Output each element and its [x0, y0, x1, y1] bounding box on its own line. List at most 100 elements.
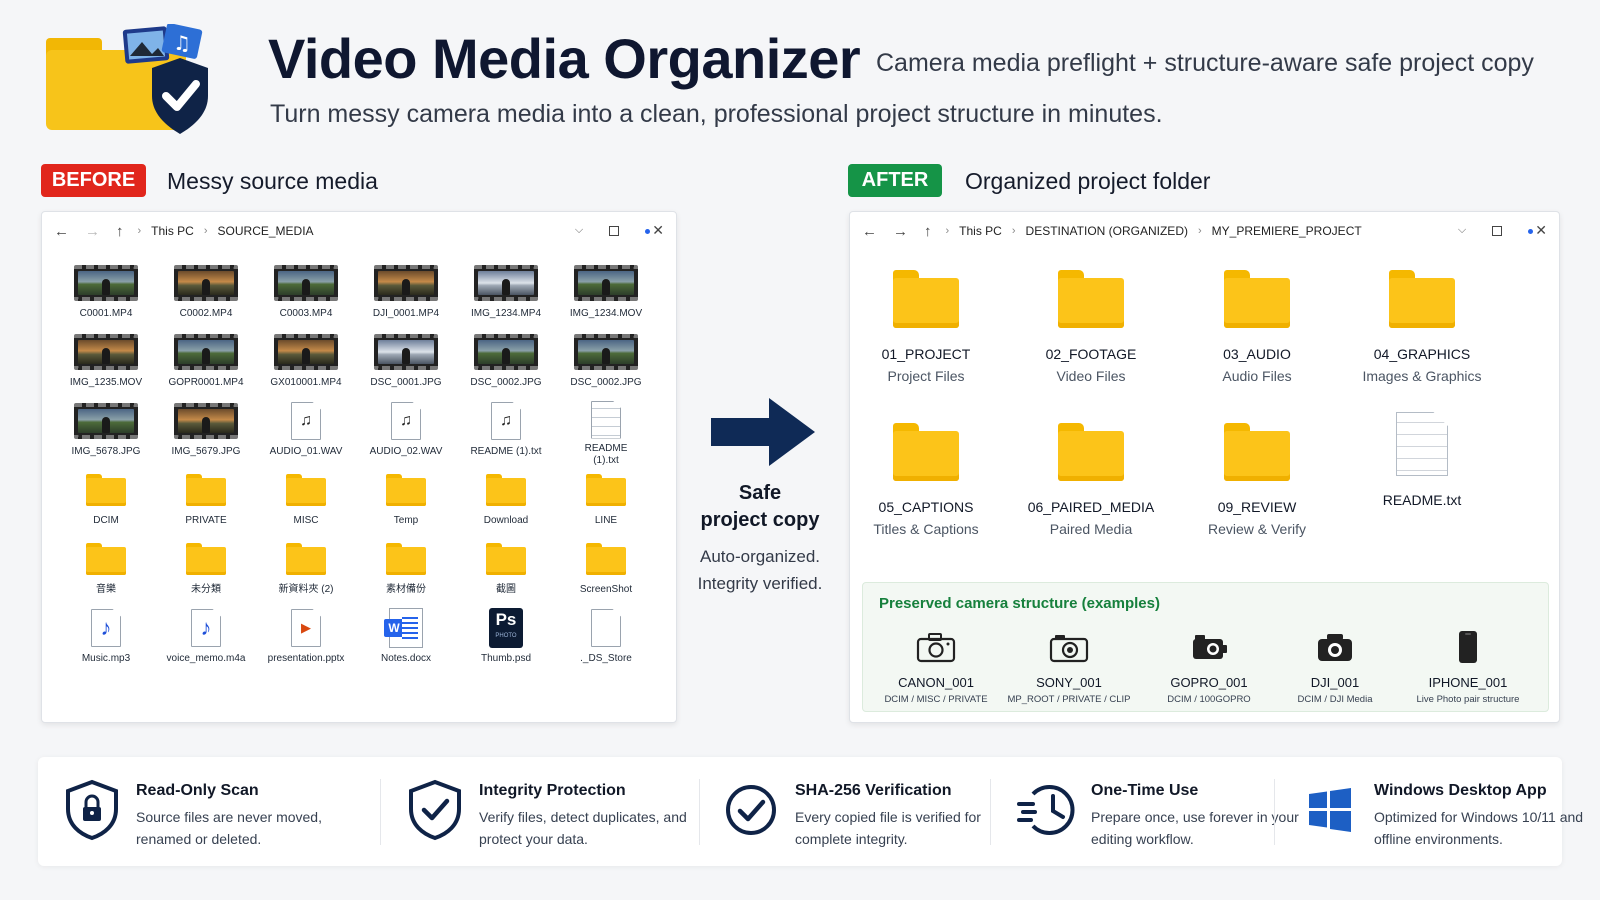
video-thumbnail-icon: [74, 260, 138, 306]
folder-icon: [893, 423, 959, 481]
file-item[interactable]: ♫ AUDIO_02.WAV: [356, 398, 456, 467]
file-name: AUDIO_01.WAV: [269, 446, 343, 457]
file-item[interactable]: ScreenShot: [556, 536, 656, 605]
file-name: IMG_5678.JPG: [71, 446, 141, 457]
restore-window-icon[interactable]: [609, 225, 620, 236]
folder-icon: [893, 270, 959, 328]
destination-explorer-window: ← → ↑ › This PC › DESTINATION (ORGANIZED…: [849, 211, 1560, 723]
file-item[interactable]: Download: [456, 467, 556, 536]
feature-description: Prepare once, use forever in your editin…: [1091, 809, 1299, 847]
feature-description: Source files are never moved, renamed or…: [136, 809, 322, 847]
up-arrow-icon[interactable]: ↑: [116, 223, 124, 240]
safe-copy-subtitle: Auto-organized. Integrity verified.: [680, 543, 840, 597]
file-name: PRIVATE: [185, 515, 227, 526]
breadcrumb-item[interactable]: This PC: [959, 224, 1002, 238]
folder-icon: [1389, 270, 1455, 328]
readme-file-item[interactable]: README.txt: [1342, 412, 1502, 508]
file-name: DSC_0001.JPG: [370, 377, 442, 388]
file-item[interactable]: DSC_0002.JPG: [556, 329, 656, 398]
folder-name: 01_PROJECT: [881, 346, 971, 362]
folder-item[interactable]: 09_REVIEW Review & Verify: [1177, 423, 1337, 537]
file-item[interactable]: IMG_5679.JPG: [156, 398, 256, 467]
breadcrumb-item[interactable]: DESTINATION (ORGANIZED): [1026, 224, 1188, 238]
video-thumbnail-icon: [474, 329, 538, 375]
file-name: GX010001.MP4: [270, 377, 342, 388]
photoshop-file-icon: Ps PHOTO: [489, 605, 523, 651]
breadcrumb-item[interactable]: This PC: [151, 224, 194, 238]
folder-icon: [86, 536, 126, 582]
folder-description: Audio Files: [1222, 368, 1292, 384]
close-icon[interactable]: ✕: [645, 222, 664, 239]
safe-copy-title: Safe project copy: [680, 480, 840, 534]
file-item[interactable]: DSC_0002.JPG: [456, 329, 556, 398]
file-name: Thumb.psd: [480, 653, 532, 664]
file-item[interactable]: DSC_0001.JPG: [356, 329, 456, 398]
file-item[interactable]: 音樂: [56, 536, 156, 605]
file-item[interactable]: ♪ Music.mp3: [56, 605, 156, 674]
divider: [380, 779, 381, 845]
folder-item[interactable]: 06_PAIRED_MEDIA Paired Media: [1011, 423, 1171, 537]
folder-icon: [286, 467, 326, 513]
file-name: IMG_1234.MP4: [470, 308, 542, 319]
forward-arrow-icon[interactable]: →: [85, 223, 100, 240]
address-bar: ← → ↑ › This PC › DESTINATION (ORGANIZED…: [850, 212, 1559, 250]
file-item[interactable]: C0002.MP4: [156, 260, 256, 329]
folder-item[interactable]: 01_PROJECT Project Files: [846, 270, 1006, 384]
breadcrumb-item[interactable]: SOURCE_MEDIA: [218, 224, 314, 238]
file-item[interactable]: C0001.MP4: [56, 260, 156, 329]
file-item[interactable]: MISC: [256, 467, 356, 536]
file-item[interactable]: IMG_1234.MP4: [456, 260, 556, 329]
folder-icon: [186, 467, 226, 513]
file-item[interactable]: Ps PHOTO Thumb.psd: [456, 605, 556, 674]
chevron-down-icon[interactable]: ⌵: [1458, 224, 1466, 237]
back-arrow-icon[interactable]: ←: [54, 223, 69, 240]
folder-item[interactable]: 04_GRAPHICS Images & Graphics: [1342, 270, 1502, 384]
folder-icon: [1224, 270, 1290, 328]
folder-item[interactable]: 02_FOOTAGE Video Files: [1011, 270, 1171, 384]
file-item[interactable]: LINE: [556, 467, 656, 536]
file-item[interactable]: GOPR0001.MP4: [156, 329, 256, 398]
close-icon[interactable]: ✕: [1528, 222, 1547, 239]
file-item[interactable]: ♪ voice_memo.m4a: [156, 605, 256, 674]
file-item[interactable]: C0003.MP4: [256, 260, 356, 329]
file-item[interactable]: ♫ README (1).txt: [456, 398, 556, 467]
breadcrumb-item[interactable]: MY_PREMIERE_PROJECT: [1212, 224, 1362, 238]
file-item[interactable]: ♫ AUDIO_01.WAV: [256, 398, 356, 467]
back-arrow-icon[interactable]: ←: [862, 223, 877, 240]
video-thumbnail-icon: [474, 260, 538, 306]
file-item[interactable]: PRIVATE: [156, 467, 256, 536]
file-item[interactable]: IMG_1235.MOV: [56, 329, 156, 398]
file-item[interactable]: GX010001.MP4: [256, 329, 356, 398]
chevron-right-icon: ›: [203, 225, 208, 237]
file-item[interactable]: W Notes.docx: [356, 605, 456, 674]
folder-item[interactable]: 03_AUDIO Audio Files: [1177, 270, 1337, 384]
file-name: presentation.pptx: [267, 653, 345, 664]
file-item[interactable]: 素材備份: [356, 536, 456, 605]
folder-description: Video Files: [1056, 368, 1126, 384]
camera-icon: [1049, 629, 1089, 665]
file-item[interactable]: 新資料夾 (2): [256, 536, 356, 605]
file-item[interactable]: 截圖: [456, 536, 556, 605]
folder-item[interactable]: 05_CAPTIONS Titles & Captions: [846, 423, 1006, 537]
chevron-down-icon[interactable]: ⌵: [575, 224, 583, 237]
source-file-grid: C0001.MP4 C0002.MP4 C0003.MP4 DJI_0001.MP4 I…: [56, 260, 656, 674]
up-arrow-icon[interactable]: ↑: [924, 223, 932, 240]
restore-window-icon[interactable]: [1492, 225, 1503, 236]
file-item[interactable]: IMG_5678.JPG: [56, 398, 156, 467]
file-item[interactable]: ▶ presentation.pptx: [256, 605, 356, 674]
file-item[interactable]: README (1).txt: [556, 398, 656, 467]
file-name: Temp: [393, 515, 419, 526]
file-item[interactable]: Temp: [356, 467, 456, 536]
file-item[interactable]: DJI_0001.MP4: [356, 260, 456, 329]
file-item[interactable]: 未分類: [156, 536, 256, 605]
forward-arrow-icon[interactable]: →: [893, 223, 908, 240]
file-item[interactable]: ._DS_Store: [556, 605, 656, 674]
folder-icon: [386, 536, 426, 582]
audio-file-icon: ♫: [391, 398, 421, 444]
folder-name: 04_GRAPHICS: [1373, 346, 1471, 362]
folder-name: 02_FOOTAGE: [1045, 346, 1137, 362]
file-item[interactable]: DCIM: [56, 467, 156, 536]
file-item[interactable]: IMG_1234.MOV: [556, 260, 656, 329]
camera-path: DCIM / MISC / PRIVATE: [884, 694, 988, 705]
safe-copy-title-line: project copy: [700, 509, 820, 531]
